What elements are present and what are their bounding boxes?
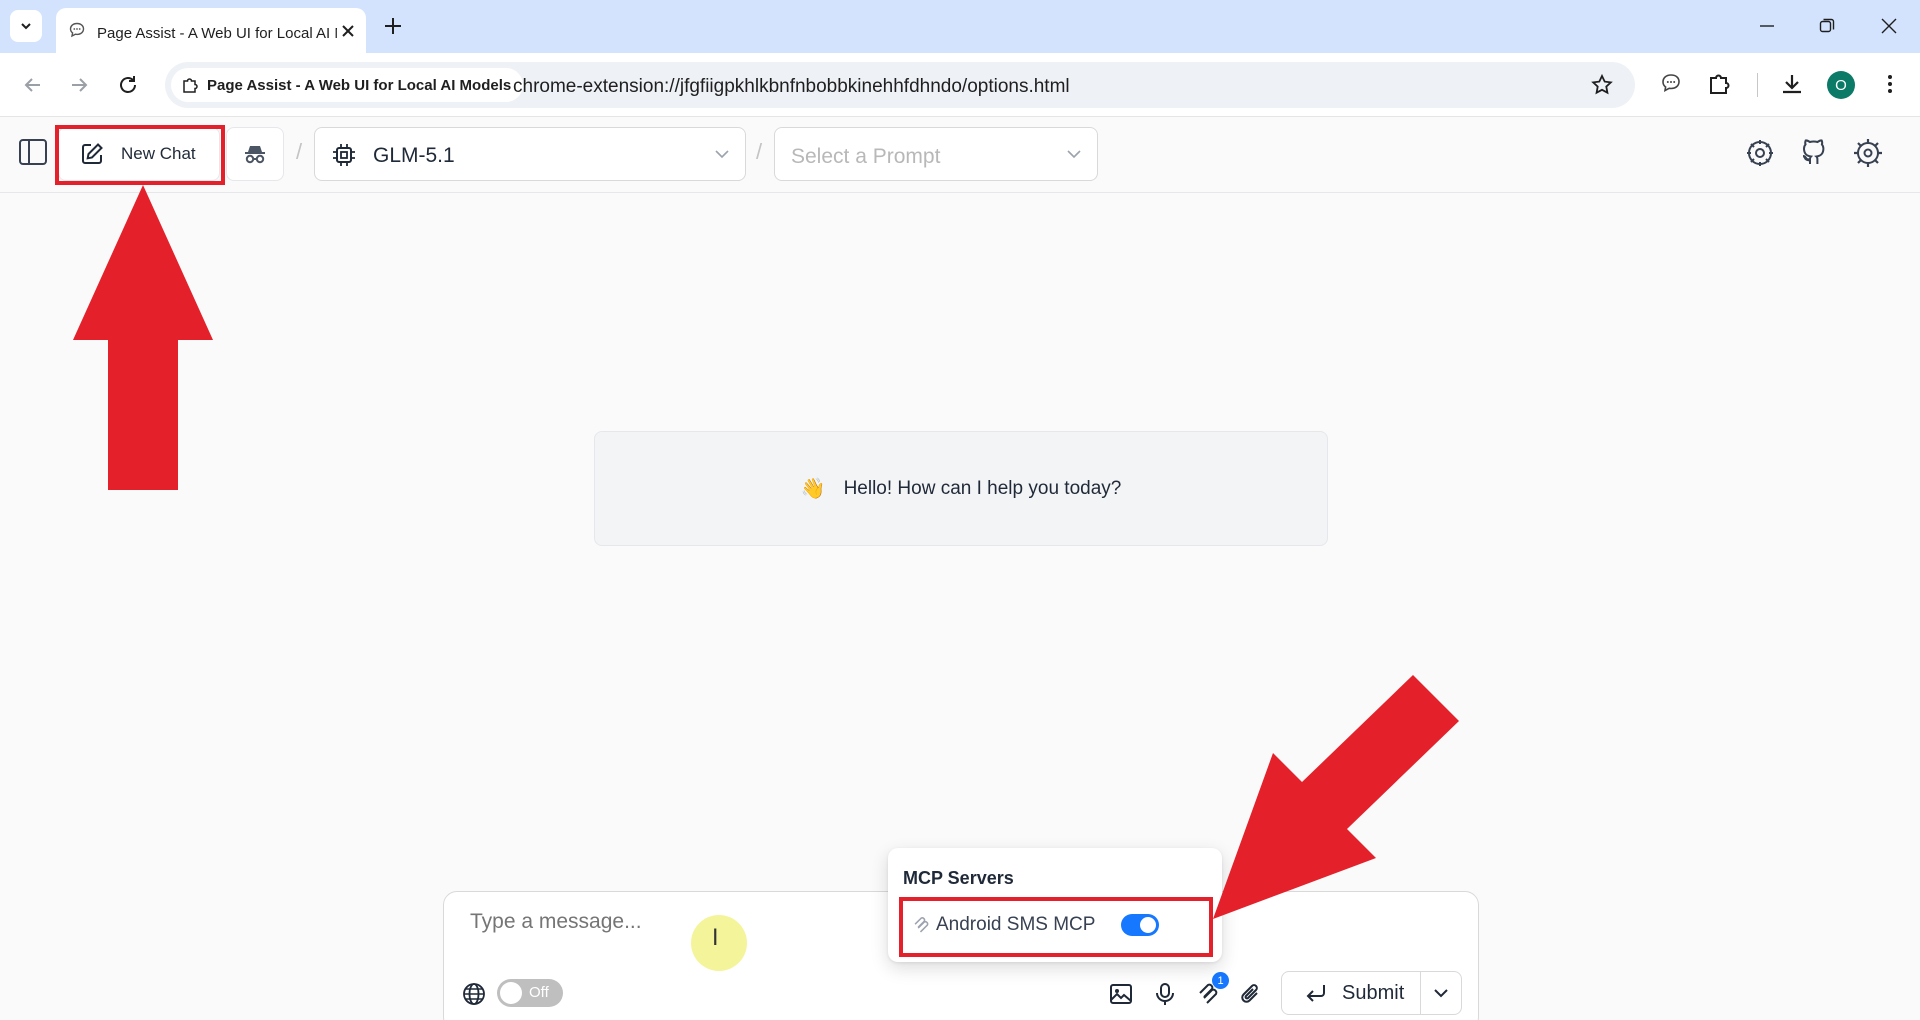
waving-hand-emoji: 👋	[800, 478, 826, 500]
toggle-knob	[1140, 917, 1156, 933]
mcp-server-toggle[interactable]	[1121, 914, 1159, 936]
window-close-icon[interactable]	[1879, 16, 1899, 36]
extension-puzzle-icon	[183, 78, 198, 93]
tab-search-button[interactable]	[10, 10, 42, 42]
settings-gear-icon[interactable]	[1852, 137, 1884, 169]
toggle-label: Off	[529, 984, 549, 1001]
sidebar-toggle-icon[interactable]	[17, 136, 49, 168]
site-chip-label: Page Assist - A Web UI for Local AI Mode…	[207, 76, 512, 94]
chat-bubble-icon[interactable]	[1659, 71, 1683, 95]
url-text[interactable]: chrome-extension://jfgfiigpkhlkbnfnbobbk…	[513, 76, 1070, 98]
message-input[interactable]	[470, 910, 870, 934]
header-separator: /	[756, 139, 763, 164]
mcp-popover-title: MCP Servers	[903, 868, 1014, 888]
browser-toolbar: Page Assist - A Web UI for Local AI Mode…	[0, 53, 1920, 117]
omnibox[interactable]: Page Assist - A Web UI for Local AI Mode…	[165, 62, 1635, 108]
submit-options-button[interactable]	[1420, 971, 1462, 1015]
globe-icon[interactable]	[461, 981, 487, 1007]
new-chat-label: New Chat	[121, 144, 196, 163]
submit-button[interactable]: Submit	[1281, 971, 1421, 1015]
forward-arrow-icon[interactable]	[66, 72, 92, 98]
annotation-up-arrow-icon	[73, 185, 213, 490]
mcp-server-name: Android SMS MCP	[936, 914, 1096, 935]
toggle-knob	[500, 982, 522, 1004]
edit-square-icon	[82, 143, 103, 164]
back-arrow-icon[interactable]	[20, 72, 46, 98]
browser-tab[interactable]: Page Assist - A Web UI for Local AI Mode…	[56, 8, 366, 53]
site-info-chip[interactable]: Page Assist - A Web UI for Local AI Mode…	[171, 68, 524, 102]
ollama-gear-icon[interactable]	[1744, 137, 1776, 169]
more-vertical-icon[interactable]	[1878, 71, 1902, 97]
download-icon[interactable]	[1779, 71, 1805, 97]
mcp-server-row[interactable]: Android SMS MCP	[902, 904, 1206, 946]
paperclip-icon[interactable]	[1238, 981, 1264, 1007]
temporary-chat-button[interactable]	[226, 127, 284, 181]
cursor-highlight	[691, 915, 747, 971]
toolbar-divider	[1757, 73, 1758, 97]
cpu-chip-icon	[333, 144, 355, 166]
chevron-down-icon	[1067, 150, 1081, 159]
mcp-servers-popover: MCP Servers Android SMS MCP	[888, 848, 1222, 962]
github-icon[interactable]	[1798, 137, 1830, 169]
plus-icon[interactable]	[380, 13, 406, 39]
chevron-down-icon	[21, 23, 31, 30]
browser-tab-bar: Page Assist - A Web UI for Local AI Mode…	[0, 0, 1920, 53]
incognito-icon	[245, 146, 265, 164]
submit-label: Submit	[1342, 981, 1405, 1004]
chevron-down-icon	[1434, 989, 1448, 998]
app-header: New Chat / GLM-5.1 / Select a Prompt	[0, 117, 1920, 193]
extensions-icon[interactable]	[1707, 71, 1733, 97]
tab-title: Page Assist - A Web UI for Local AI Mode…	[97, 25, 337, 42]
bookmark-star-icon[interactable]	[1590, 73, 1614, 97]
greeting-card: 👋 Hello! How can I help you today?	[594, 431, 1328, 546]
chevron-down-icon	[715, 150, 729, 159]
new-chat-button[interactable]: New Chat	[58, 127, 220, 181]
annotation-diagonal-arrow-icon	[1213, 675, 1459, 919]
mcp-count-badge: 1	[1212, 972, 1229, 989]
web-search-toggle[interactable]: Off	[497, 979, 563, 1007]
restore-icon[interactable]	[1817, 16, 1837, 36]
text-cursor-icon: I	[712, 926, 719, 951]
header-separator: /	[296, 139, 303, 164]
profile-avatar[interactable]: O	[1827, 71, 1855, 99]
reload-icon[interactable]	[115, 72, 141, 98]
greeting-text: Hello! How can I help you today?	[843, 477, 1122, 499]
model-select[interactable]: GLM-5.1	[314, 127, 746, 181]
selected-model: GLM-5.1	[373, 144, 455, 167]
chat-bubble-icon	[69, 22, 85, 38]
enter-return-icon	[1306, 985, 1325, 1002]
microphone-icon[interactable]	[1152, 981, 1178, 1007]
image-upload-icon[interactable]	[1108, 981, 1134, 1007]
prompt-placeholder: Select a Prompt	[791, 145, 941, 168]
prompt-select[interactable]: Select a Prompt	[774, 127, 1098, 181]
minimize-icon[interactable]	[1757, 16, 1777, 36]
mcp-tools-icon	[914, 917, 929, 933]
close-icon[interactable]	[338, 21, 358, 41]
